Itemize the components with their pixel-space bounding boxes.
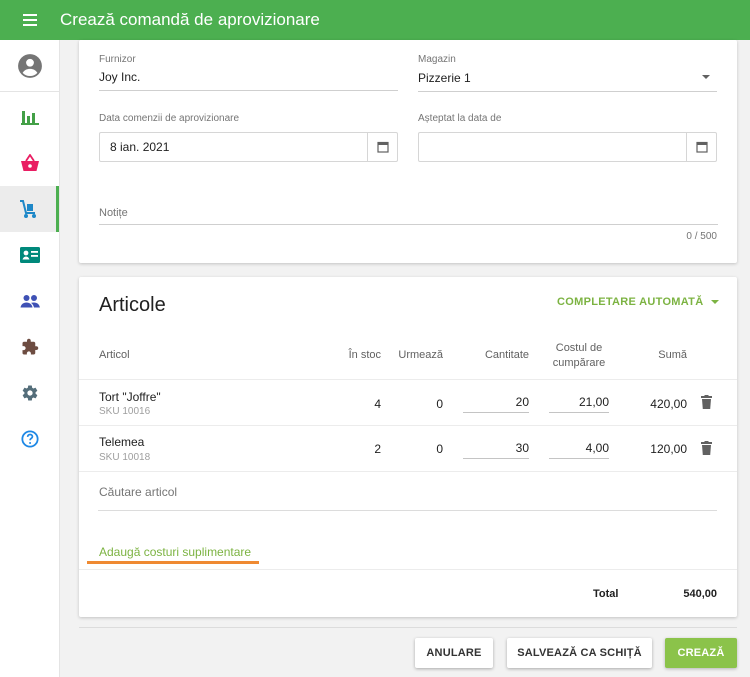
notes-field[interactable] [99, 224, 718, 225]
puzzle-icon [22, 338, 38, 355]
store-label: Magazin [418, 54, 456, 65]
total-label: Total [593, 588, 619, 600]
sidebar-item-reports[interactable] [0, 94, 59, 140]
item-in-stock: 4 [374, 397, 381, 411]
people-icon [20, 295, 40, 308]
sidebar-item-settings[interactable] [0, 370, 59, 416]
id-card-icon [19, 247, 40, 263]
trash-icon[interactable] [701, 441, 712, 455]
highlight-underline [87, 561, 259, 564]
order-details-card: Furnizor Joy Inc. Magazin Pizzerie 1 Dat… [79, 40, 737, 263]
store-underline [418, 91, 717, 92]
notes-counter: 0 / 500 [686, 231, 717, 242]
expected-date-field[interactable] [418, 132, 717, 162]
cost-input[interactable]: 21,00 [549, 391, 609, 413]
main-content: Furnizor Joy Inc. Magazin Pizzerie 1 Dat… [60, 40, 750, 677]
order-date-label: Data comenzii de aprovizionare [99, 113, 240, 124]
column-header-cost-line1: Costul de [555, 342, 603, 354]
order-date-field[interactable]: 8 ian. 2021 [99, 132, 398, 162]
sidebar-item-integrations[interactable] [0, 324, 59, 370]
sidebar [0, 40, 60, 677]
quantity-input[interactable]: 30 [463, 437, 529, 459]
save-draft-button[interactable]: SALVEAZĂ CA SCHIȚĂ [507, 638, 652, 668]
item-incoming: 0 [436, 442, 443, 456]
page-title: Crează comandă de aprovizionare [60, 10, 320, 29]
order-date-value: 8 ian. 2021 [110, 140, 170, 154]
column-header-incoming: Urmează [398, 349, 443, 361]
column-header-quantity: Cantitate [484, 349, 529, 361]
supplier-field[interactable]: Joy Inc. [99, 70, 140, 84]
item-amount: 420,00 [650, 397, 687, 411]
search-underline [98, 510, 717, 511]
column-header-cost-line2: cumpărare [552, 357, 606, 369]
create-button[interactable]: CREAZĂ [665, 638, 737, 668]
gear-icon [22, 385, 37, 401]
sidebar-item-account[interactable] [0, 40, 59, 92]
item-amount: 120,00 [650, 442, 687, 456]
column-header-item: Articol [99, 349, 130, 361]
account-circle-icon [17, 53, 42, 78]
calendar-icon [376, 141, 389, 153]
calendar-icon [695, 141, 708, 153]
store-dropdown-icon[interactable] [702, 75, 710, 79]
item-name: Telemea [99, 435, 145, 449]
item-search-input[interactable]: Căutare articol [99, 485, 177, 499]
basket-icon [20, 154, 39, 171]
sidebar-item-customers[interactable] [0, 232, 59, 278]
footer-divider [79, 627, 737, 628]
sidebar-item-employees[interactable] [0, 278, 59, 324]
supplier-underline [99, 90, 398, 91]
chevron-down-icon [711, 300, 720, 304]
supplier-label: Furnizor [99, 54, 136, 65]
order-date-picker-button[interactable] [367, 133, 397, 161]
item-name: Tort "Joffre" [99, 390, 161, 404]
column-header-amount: Sumă [658, 349, 687, 361]
sidebar-item-sales[interactable] [0, 140, 59, 186]
bar-chart-icon [20, 111, 39, 125]
cost-input[interactable]: 4,00 [549, 437, 609, 459]
column-header-in-stock: În stoc [348, 349, 381, 361]
help-icon [20, 430, 39, 448]
row-divider [79, 569, 737, 570]
item-incoming: 0 [436, 397, 443, 411]
trash-icon[interactable] [701, 395, 712, 409]
add-extra-costs-link[interactable]: Adaugă costuri suplimentare [99, 545, 251, 559]
row-divider [79, 471, 737, 472]
autofill-button[interactable]: COMPLETARE AUTOMATĂ [557, 296, 720, 308]
expected-date-label: Așteptat la data de [418, 113, 502, 124]
item-in-stock: 2 [374, 442, 381, 456]
sidebar-item-inventory[interactable] [0, 186, 59, 232]
row-divider [79, 379, 737, 380]
menu-icon[interactable] [0, 0, 60, 40]
item-sku: SKU 10018 [99, 452, 151, 463]
items-section-title: Articole [99, 294, 166, 316]
autofill-label: COMPLETARE AUTOMATĂ [557, 296, 704, 308]
sidebar-item-help[interactable] [0, 416, 59, 462]
app-bar: Crează comandă de aprovizionare [0, 0, 750, 40]
hand-truck-icon [20, 200, 36, 218]
expected-date-picker-button[interactable] [686, 133, 716, 161]
notes-label: Notițe [99, 207, 128, 219]
row-divider [79, 425, 737, 426]
items-card: Articole COMPLETARE AUTOMATĂ Articol În … [79, 277, 737, 617]
item-sku: SKU 10016 [99, 406, 151, 417]
total-value: 540,00 [683, 588, 717, 600]
quantity-input[interactable]: 20 [463, 391, 529, 413]
store-select[interactable]: Pizzerie 1 [418, 71, 471, 85]
cancel-button[interactable]: ANULARE [415, 638, 493, 668]
